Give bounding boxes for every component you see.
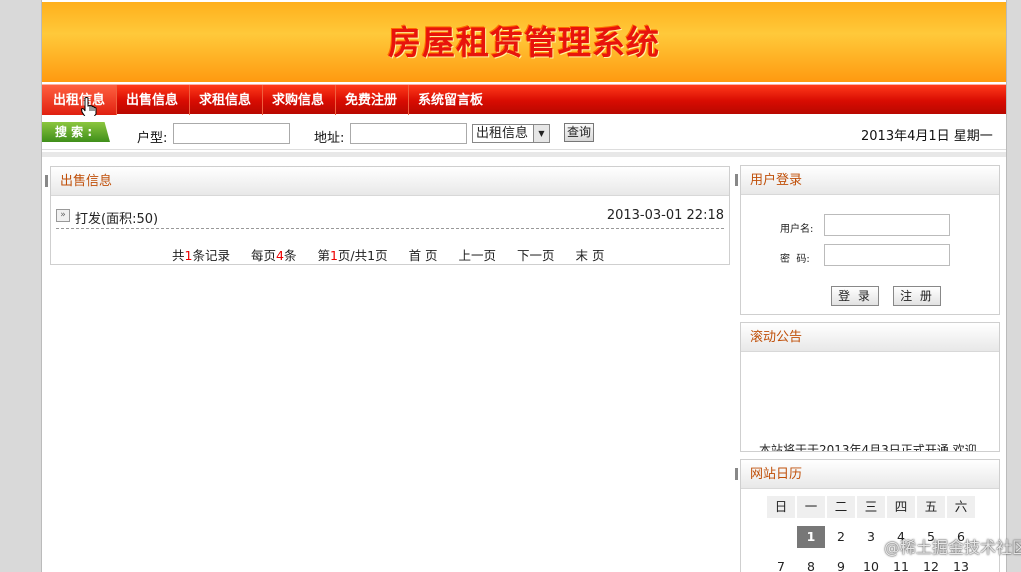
calendar-panel-title: 网站日历: [735, 460, 999, 489]
prev-page-link[interactable]: 上一页: [459, 248, 497, 263]
username-label: 用户名:: [780, 224, 814, 235]
per-page: 每页4条: [250, 248, 297, 263]
calendar-weekday: 日: [767, 496, 795, 518]
pagination: 共1条记录 每页4条 第1页/共1页 首 页 上一页 下一页 末 页: [172, 245, 622, 264]
search-button[interactable]: 查询: [564, 123, 594, 142]
listing-title-link[interactable]: 打发(面积:50): [75, 208, 158, 227]
calendar-day[interactable]: 8: [797, 556, 825, 572]
calendar-day[interactable]: 1: [797, 526, 825, 548]
page: 房屋租赁管理系统 出租信息 出售信息 求租信息 求购信息 免费注册 系统留言板 …: [41, 0, 1021, 572]
register-button[interactable]: 注 册: [893, 286, 941, 306]
password-input[interactable]: [824, 244, 950, 266]
header-banner: 房屋租赁管理系统: [42, 2, 1006, 82]
login-panel-title: 用户登录: [735, 166, 999, 195]
calendar-day[interactable]: 7: [767, 556, 795, 572]
list-item: » 打发(面积:50) 2013-03-01 22:18: [56, 207, 724, 229]
calendar-day[interactable]: 2: [827, 526, 855, 548]
calendar-weekday: 六: [947, 496, 975, 518]
next-page-link[interactable]: 下一页: [517, 248, 555, 263]
last-page-link[interactable]: 末 页: [576, 248, 605, 263]
current-date: 2013年4月1日 星期一: [861, 129, 993, 144]
house-type-label: 户型:: [137, 131, 168, 146]
calendar-day[interactable]: 3: [857, 526, 885, 548]
calendar-day[interactable]: 11: [887, 556, 915, 572]
nav-item-want-rent[interactable]: 求租信息: [188, 85, 264, 115]
listing-panel-title: 出售信息: [45, 167, 729, 196]
divider: [42, 152, 1006, 157]
search-tag: 搜 索 :: [42, 122, 110, 142]
dropdown-arrow-icon: ▼: [533, 125, 549, 142]
calendar-weekday: 四: [887, 496, 915, 518]
page-indicator: 第1页/共1页: [317, 248, 388, 263]
calendar-day[interactable]: 10: [857, 556, 885, 572]
notice-panel-title: 滚动公告: [741, 323, 999, 352]
login-button[interactable]: 登 录: [831, 286, 879, 306]
listing-time: 2013-03-01 22:18: [606, 208, 724, 223]
username-input[interactable]: [824, 214, 950, 236]
calendar-weekday: 一: [797, 496, 825, 518]
nav-item-sale-info[interactable]: 出售信息: [115, 85, 191, 115]
first-page-link[interactable]: 首 页: [409, 248, 438, 263]
search-type-value: 出租信息: [476, 126, 529, 141]
watermark-text: @稀土掘金技术社区: [884, 538, 1021, 557]
calendar-day[interactable]: 12: [917, 556, 945, 572]
nav-item-want-buy[interactable]: 求购信息: [261, 85, 337, 115]
nav-item-register[interactable]: 免费注册: [334, 85, 410, 115]
calendar-day: [767, 526, 795, 548]
notice-marquee: 本站将于于2013年4月3日正式开通,欢迎: [759, 443, 977, 452]
expand-icon: »: [56, 209, 70, 222]
main-nav: 出租信息 出售信息 求租信息 求购信息 免费注册 系统留言板: [42, 84, 1006, 119]
calendar-weekday: 二: [827, 496, 855, 518]
search-bar: 搜 索 : 户型: 地址: 出租信息 ▼ 查询 2013年4月1日 星期一: [42, 116, 1006, 150]
address-input[interactable]: [350, 123, 467, 144]
total-records: 共1条记录: [172, 248, 230, 263]
calendar-day[interactable]: 13: [947, 556, 975, 572]
calendar-weekday: 五: [917, 496, 945, 518]
password-label: 密 码:: [780, 254, 810, 265]
address-label: 地址:: [314, 131, 345, 146]
listing-panel: 出售信息 » 打发(面积:50) 2013-03-01 22:18 共1条记录 …: [45, 166, 730, 265]
notice-panel: 滚动公告 本站将于于2013年4月3日正式开通,欢迎: [740, 322, 1000, 452]
house-type-input[interactable]: [173, 123, 290, 144]
nav-item-message-board[interactable]: 系统留言板: [407, 85, 494, 115]
search-type-select[interactable]: 出租信息 ▼: [472, 124, 550, 143]
site-title: 房屋租赁管理系统: [388, 23, 660, 62]
calendar-day[interactable]: 9: [827, 556, 855, 572]
login-panel: 用户登录 用户名: 密 码: 登 录 注 册: [735, 165, 1000, 315]
calendar-weekday: 三: [857, 496, 885, 518]
